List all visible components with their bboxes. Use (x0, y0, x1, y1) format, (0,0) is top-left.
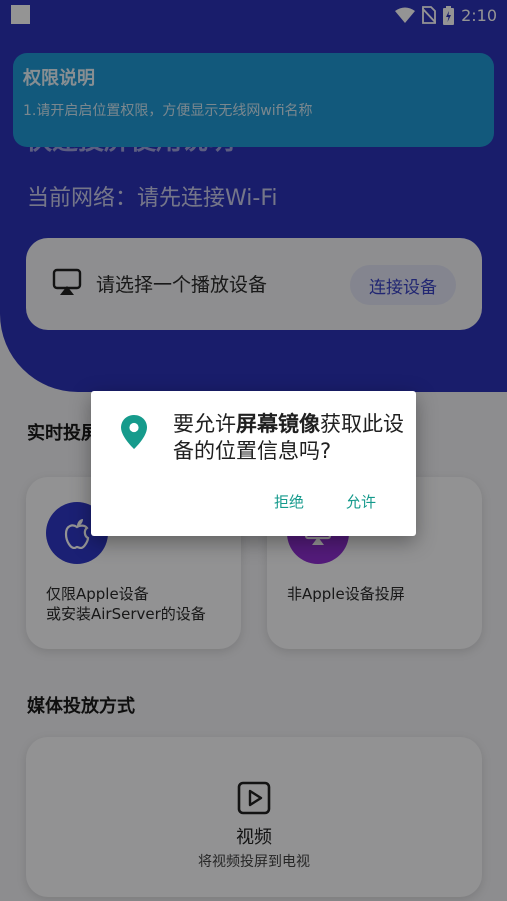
dialog-message-prefix: 要允许 (173, 412, 236, 436)
dialog-message: 要允许屏幕镜像获取此设备的位置信息吗? (173, 411, 408, 465)
location-pin-icon (121, 415, 147, 449)
deny-button[interactable]: 拒绝 (274, 491, 304, 512)
location-permission-dialog: 要允许屏幕镜像获取此设备的位置信息吗? 拒绝 允许 (91, 391, 416, 536)
dialog-app-name: 屏幕镜像 (236, 412, 320, 436)
app-screen: 快速投屏使用说明 当前网络：请先连接Wi-Fi 请选择一个播放设备 连接设备 (0, 0, 507, 901)
allow-button[interactable]: 允许 (346, 491, 376, 512)
